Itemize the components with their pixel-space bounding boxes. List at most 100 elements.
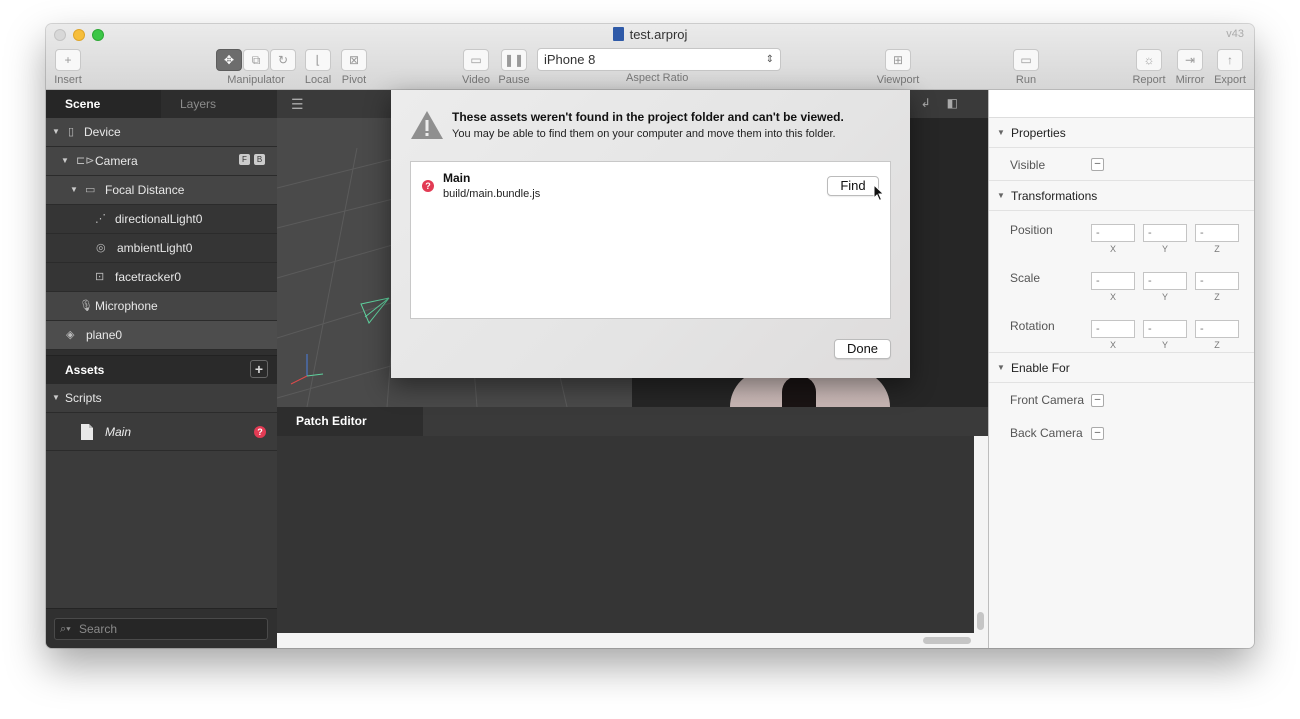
- disclosure-triangle-icon[interactable]: ▼: [61, 147, 69, 175]
- tree-item-ambient-light[interactable]: ◎ ambientLight0: [46, 234, 277, 263]
- directional-light-icon: ⋰: [95, 213, 106, 225]
- phone-icon: ▯: [68, 126, 75, 138]
- add-asset-button[interactable]: +: [250, 360, 268, 378]
- ambient-light-icon: ◎: [96, 242, 106, 254]
- search-icon: ⌕▾: [60, 623, 71, 635]
- scroll-thumb[interactable]: [923, 637, 971, 644]
- run-tool[interactable]: ▭ Run: [1012, 49, 1040, 86]
- axis-label-y: Y: [1161, 340, 1168, 350]
- missing-asset-icon: ?: [422, 180, 434, 192]
- video-tool[interactable]: ▭ Video: [462, 49, 490, 86]
- select-chevron-icon: ⇕: [765, 54, 774, 65]
- position-y-field[interactable]: -: [1143, 224, 1187, 242]
- manipulator-tool[interactable]: ✥ ⧉ ↻ Manipulator: [214, 49, 298, 86]
- script-item-main[interactable]: Main ?: [46, 413, 277, 451]
- bug-icon[interactable]: ☼: [1136, 49, 1162, 71]
- assets-header: Assets +: [46, 355, 277, 384]
- tree-item-device[interactable]: ▼ ▯ Device: [46, 118, 277, 147]
- pause-icon[interactable]: ❚❚: [501, 49, 527, 71]
- vertical-scrollbar[interactable]: [974, 436, 988, 648]
- viewport-icon[interactable]: ⊞: [885, 49, 911, 71]
- export-tool[interactable]: ↑ Export: [1212, 49, 1248, 86]
- rotation-y-field[interactable]: -: [1143, 320, 1187, 338]
- axis-label-z: Z: [1214, 292, 1220, 302]
- report-tool[interactable]: ☼ Report: [1130, 49, 1168, 86]
- axis-label-x: X: [1109, 340, 1116, 350]
- back-camera-checkbox[interactable]: –: [1091, 427, 1104, 440]
- rotation-z-field[interactable]: -: [1195, 320, 1239, 338]
- focal-distance-icon: ▭: [85, 184, 96, 196]
- rotation-x-field[interactable]: -: [1091, 320, 1135, 338]
- tree-item-facetracker[interactable]: ⊡ facetracker0: [46, 263, 277, 292]
- horizontal-scrollbar[interactable]: [277, 633, 988, 648]
- tree-item-microphone[interactable]: 🎙 Microphone: [46, 292, 277, 321]
- tree-item-camera[interactable]: ▼ ⊏⊳ Camera F B: [46, 147, 277, 176]
- project-file-icon: [612, 27, 624, 41]
- search-input[interactable]: ⌕▾ Search: [54, 618, 268, 640]
- rotate-icon[interactable]: ↻: [270, 49, 296, 71]
- tree-item-directional-light[interactable]: ⋰ directionalLight0: [46, 205, 277, 234]
- done-button[interactable]: Done: [834, 339, 891, 359]
- pivot-icon[interactable]: ⊠: [341, 49, 367, 71]
- export-icon[interactable]: ↑: [1217, 49, 1243, 71]
- disclosure-triangle-icon[interactable]: ▼: [997, 181, 1005, 211]
- pause-tool[interactable]: ❚❚ Pause: [498, 49, 530, 86]
- local-tool[interactable]: ⌊ Local: [304, 49, 332, 86]
- scene-panel: Scene Layers ▼ ▯ Device ▼ ⊏⊳ Camera F B …: [46, 90, 277, 648]
- missing-asset-icon: ?: [254, 426, 266, 438]
- visible-checkbox[interactable]: –: [1091, 158, 1104, 171]
- position-x-field[interactable]: -: [1091, 224, 1135, 242]
- disclosure-triangle-icon[interactable]: ▼: [70, 176, 78, 204]
- mirror-icon[interactable]: ⇥: [1177, 49, 1203, 71]
- visible-row: Visible –: [989, 148, 1254, 181]
- move-icon[interactable]: ✥: [216, 49, 242, 71]
- device-select[interactable]: iPhone 8 ⇕: [537, 48, 781, 71]
- search-bar: ⌕▾ Search: [46, 608, 277, 648]
- tree-item-plane[interactable]: ◈ plane0: [46, 321, 277, 350]
- warning-icon: [411, 111, 443, 139]
- plus-icon[interactable]: +: [55, 49, 81, 71]
- aspect-ratio-label: Aspect Ratio: [626, 72, 689, 84]
- patch-canvas[interactable]: [277, 436, 974, 633]
- position-z-field[interactable]: -: [1195, 224, 1239, 242]
- viewport-tool[interactable]: ⊞ Viewport: [872, 49, 924, 86]
- back-camera-badge[interactable]: B: [254, 154, 265, 165]
- disclosure-triangle-icon[interactable]: ▼: [997, 118, 1005, 148]
- tab-layers[interactable]: Layers: [161, 90, 276, 118]
- tree-item-focal-distance[interactable]: ▼ ▭ Focal Distance: [46, 176, 277, 205]
- axis-label-x: X: [1109, 244, 1116, 254]
- insert-tool[interactable]: + Insert: [54, 49, 82, 86]
- front-camera-badge[interactable]: F: [239, 154, 250, 165]
- scale-y-field[interactable]: -: [1143, 272, 1187, 290]
- patch-editor: Patch Editor: [277, 407, 988, 648]
- axis-label-y: Y: [1161, 292, 1168, 302]
- scripts-group[interactable]: ▼ Scripts: [46, 384, 277, 413]
- disclosure-triangle-icon[interactable]: ▼: [52, 118, 60, 146]
- run-device-icon[interactable]: ▭: [1013, 49, 1039, 71]
- disclosure-triangle-icon[interactable]: ▼: [52, 384, 60, 412]
- asset-name: Main: [443, 171, 471, 185]
- dialog-message: You may be able to find them on your com…: [452, 128, 836, 140]
- find-button[interactable]: Find: [827, 176, 879, 196]
- missing-assets-dialog: These assets weren't found in the projec…: [391, 90, 910, 378]
- window-title: test.arproj: [46, 27, 1254, 42]
- front-camera-checkbox[interactable]: –: [1091, 394, 1104, 407]
- tab-patch-editor[interactable]: Patch Editor: [277, 407, 423, 436]
- tab-scene[interactable]: Scene: [46, 90, 161, 118]
- disclosure-triangle-icon[interactable]: ▼: [997, 353, 1005, 383]
- video-icon[interactable]: ▭: [463, 49, 489, 71]
- enable-for-section[interactable]: ▼ Enable For: [989, 353, 1254, 383]
- transformations-section[interactable]: ▼ Transformations: [989, 181, 1254, 211]
- facetracker-icon: ⊡: [95, 271, 105, 283]
- scroll-thumb[interactable]: [977, 612, 984, 630]
- plane-icon: ◈: [66, 329, 75, 341]
- properties-section[interactable]: ▼ Properties: [989, 118, 1254, 148]
- local-axis-icon[interactable]: ⌊: [305, 49, 331, 71]
- scale-icon[interactable]: ⧉: [243, 49, 269, 71]
- scale-x-field[interactable]: -: [1091, 272, 1135, 290]
- pivot-tool[interactable]: ⊠ Pivot: [340, 49, 368, 86]
- menu-icon[interactable]: ☰: [291, 96, 304, 113]
- scale-z-field[interactable]: -: [1195, 272, 1239, 290]
- mirror-tool[interactable]: ⇥ Mirror: [1172, 49, 1208, 86]
- asset-path: build/main.bundle.js: [443, 188, 541, 200]
